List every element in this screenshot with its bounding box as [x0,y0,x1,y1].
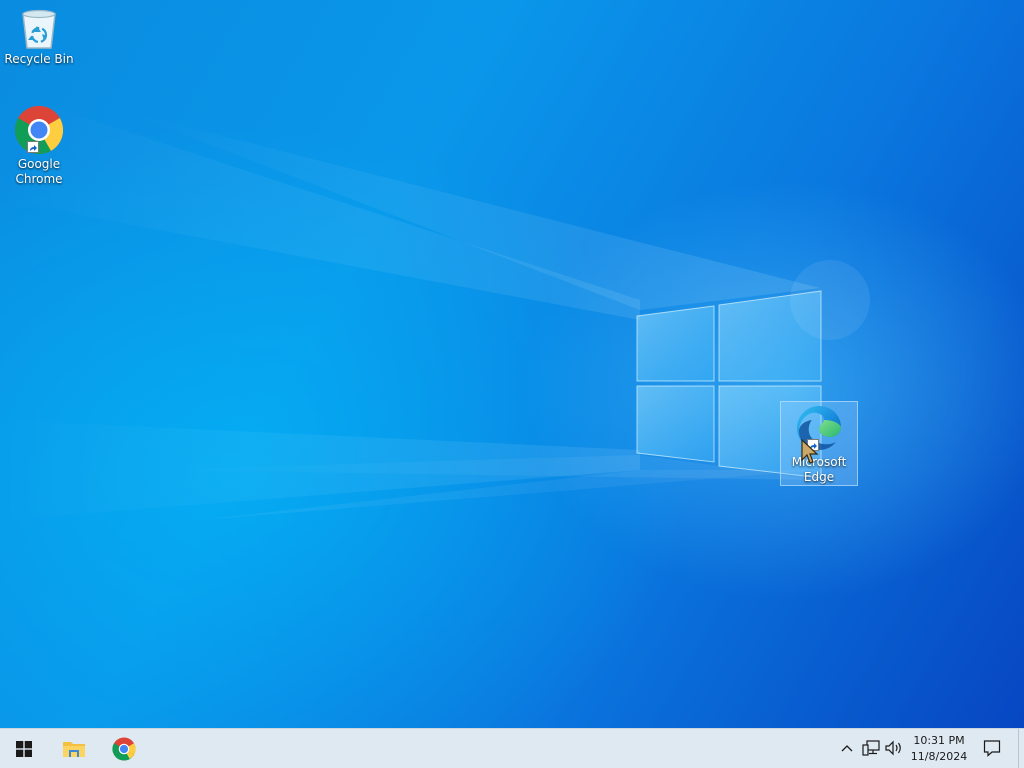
network-icon [862,740,880,756]
folder-icon [63,741,85,757]
chrome-icon [112,736,136,761]
show-desktop-button[interactable] [1018,729,1024,768]
wallpaper-windows-logo [0,90,870,520]
volume-icon [885,740,901,756]
chevron-up-icon [841,745,853,752]
shortcut-arrow-icon [27,141,39,153]
action-center-icon [983,740,1001,757]
desktop-icon-label-line1: Google [17,157,61,171]
clock-time: 10:31 PM [913,734,965,747]
chrome-icon [14,105,64,155]
volume-button[interactable] [884,739,904,757]
desktop-icon-label-line2: Chrome [15,172,63,186]
desktop[interactable]: Recycle Bin Google Chrome Microsoft Edge [0,0,1024,728]
network-button[interactable] [861,739,881,757]
show-hidden-icons-button[interactable] [838,739,856,757]
cursor-icon [801,438,819,464]
desktop-icon-label: Recycle Bin [4,52,74,66]
desktop-icon-google-chrome[interactable]: Google Chrome [1,105,77,187]
recycle-bin-icon [22,9,56,49]
action-center-button[interactable] [980,738,1004,758]
desktop-icon-recycle-bin[interactable]: Recycle Bin [1,6,77,76]
start-button[interactable] [0,729,48,768]
taskbar-clock[interactable]: 10:31 PM 11/8/2024 [904,731,974,767]
taskbar: 10:31 PM 11/8/2024 [0,728,1024,768]
windows-logo-icon [16,740,32,757]
desktop-icon-label-line2: Edge [803,470,835,484]
clock-date: 11/8/2024 [910,750,968,763]
taskbar-chrome-button[interactable] [100,729,148,768]
taskbar-file-explorer-button[interactable] [50,729,98,768]
